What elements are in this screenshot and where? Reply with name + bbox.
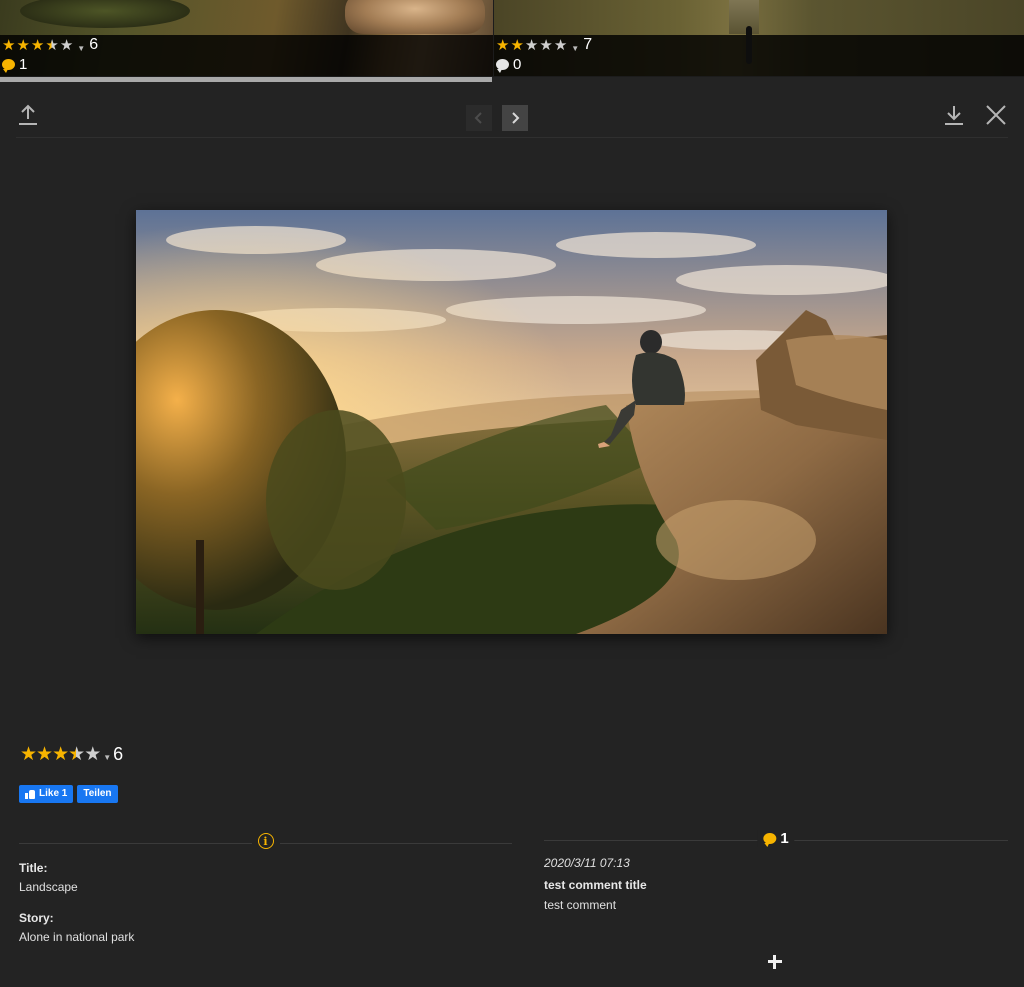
comment-count: 0 [513,56,522,73]
caret-down-icon: ▼ [77,43,86,53]
star-icon[interactable]: ★ [52,745,69,764]
main-photo [136,210,887,634]
thumbnail-comments: 1 [2,56,27,73]
empty-star-icon[interactable]: ★ [554,38,567,53]
add-comment-icon[interactable] [766,953,784,971]
caret-down-icon: ▼ [571,43,580,53]
star-icon[interactable]: ★ [31,38,44,53]
star-icon[interactable]: ★ [496,38,509,53]
comments-panel: 1 2020/3/11 07:13 test comment title tes… [544,829,1008,912]
thumbnail-path-shape [729,0,759,34]
thumbnail-rating[interactable]: ★ ★ ★ ★ ★ ▼ 6 [2,36,98,54]
half-star-icon[interactable]: ★ [68,745,85,764]
comment-text: test comment [544,898,617,912]
story-value: Alone in national park [19,930,135,944]
title-label: Title: [19,861,48,875]
close-icon[interactable] [984,103,1008,127]
image-rating[interactable]: ★ ★ ★ ★ ★ ▼ 6 [20,744,123,765]
star-icon[interactable]: ★ [20,745,37,764]
facebook-like-button[interactable]: Like 1 [19,785,74,803]
info-divider: i [19,832,512,852]
thumbnail-tree-shape [20,0,190,28]
previous-image-button[interactable] [466,105,492,131]
info-icon: i [257,833,274,849]
speech-bubble-icon [496,59,509,73]
thumbs-up-icon [25,789,36,799]
chevron-right-icon [512,112,520,124]
social-buttons: Like 1 Teilen [19,785,118,803]
caret-down-icon: ▼ [103,753,112,762]
viewer-toolbar [16,100,1008,138]
image-info-panel: i Title: Landscape Story: Alone in natio… [19,832,512,944]
slideshow-progress [0,77,1024,82]
share-label: Teilen [83,788,112,799]
empty-star-icon[interactable]: ★ [84,745,101,764]
thumbnail-comments: 0 [496,56,521,73]
slideshow-progress-fill [0,77,492,82]
story-label: Story: [19,911,54,925]
speech-bubble-icon [2,59,15,73]
empty-star-icon[interactable]: ★ [539,38,552,53]
like-label: Like 1 [39,788,68,799]
thumbnail-field[interactable]: ★ ★ ★ ★ ★ ▼ 7 0 [494,0,1024,76]
half-star-icon[interactable]: ★ [45,38,58,53]
download-icon[interactable] [942,103,966,127]
thumbnail-rock-shape [345,0,485,34]
star-icon[interactable]: ★ [510,38,523,53]
info-divider-center: i [251,833,280,849]
comments-divider: 1 [544,829,1008,849]
rating-count: 6 [113,744,124,764]
comment-date: 2020/3/11 07:13 [544,856,630,870]
comment-count: 1 [19,56,28,73]
thumbnail-strip: ★ ★ ★ ★ ★ ▼ 6 1 ★ ★ ★ ★ ★ ▼ 7 0 [0,0,1024,82]
facebook-share-button[interactable]: Teilen [77,785,118,803]
star-icon[interactable]: ★ [36,745,53,764]
thumbnail-rating[interactable]: ★ ★ ★ ★ ★ ▼ 7 [496,36,592,54]
star-icon[interactable]: ★ [2,38,15,53]
empty-star-icon[interactable]: ★ [60,38,73,53]
next-image-button[interactable] [502,105,528,131]
title-value: Landscape [19,880,78,894]
star-icon[interactable]: ★ [16,38,29,53]
share-upload-icon[interactable] [16,103,40,127]
rating-count: 7 [583,36,593,53]
comment-count: 1 [780,830,789,847]
comment-title: test comment title [544,878,647,892]
speech-bubble-icon [763,833,777,847]
rating-count: 6 [89,36,99,53]
chevron-left-icon [474,112,482,124]
thumbnail-landscape[interactable]: ★ ★ ★ ★ ★ ▼ 6 1 [0,0,493,76]
empty-star-icon[interactable]: ★ [525,38,538,53]
comments-divider-center: 1 [757,830,795,847]
thumbnail-person-shape [746,26,752,64]
